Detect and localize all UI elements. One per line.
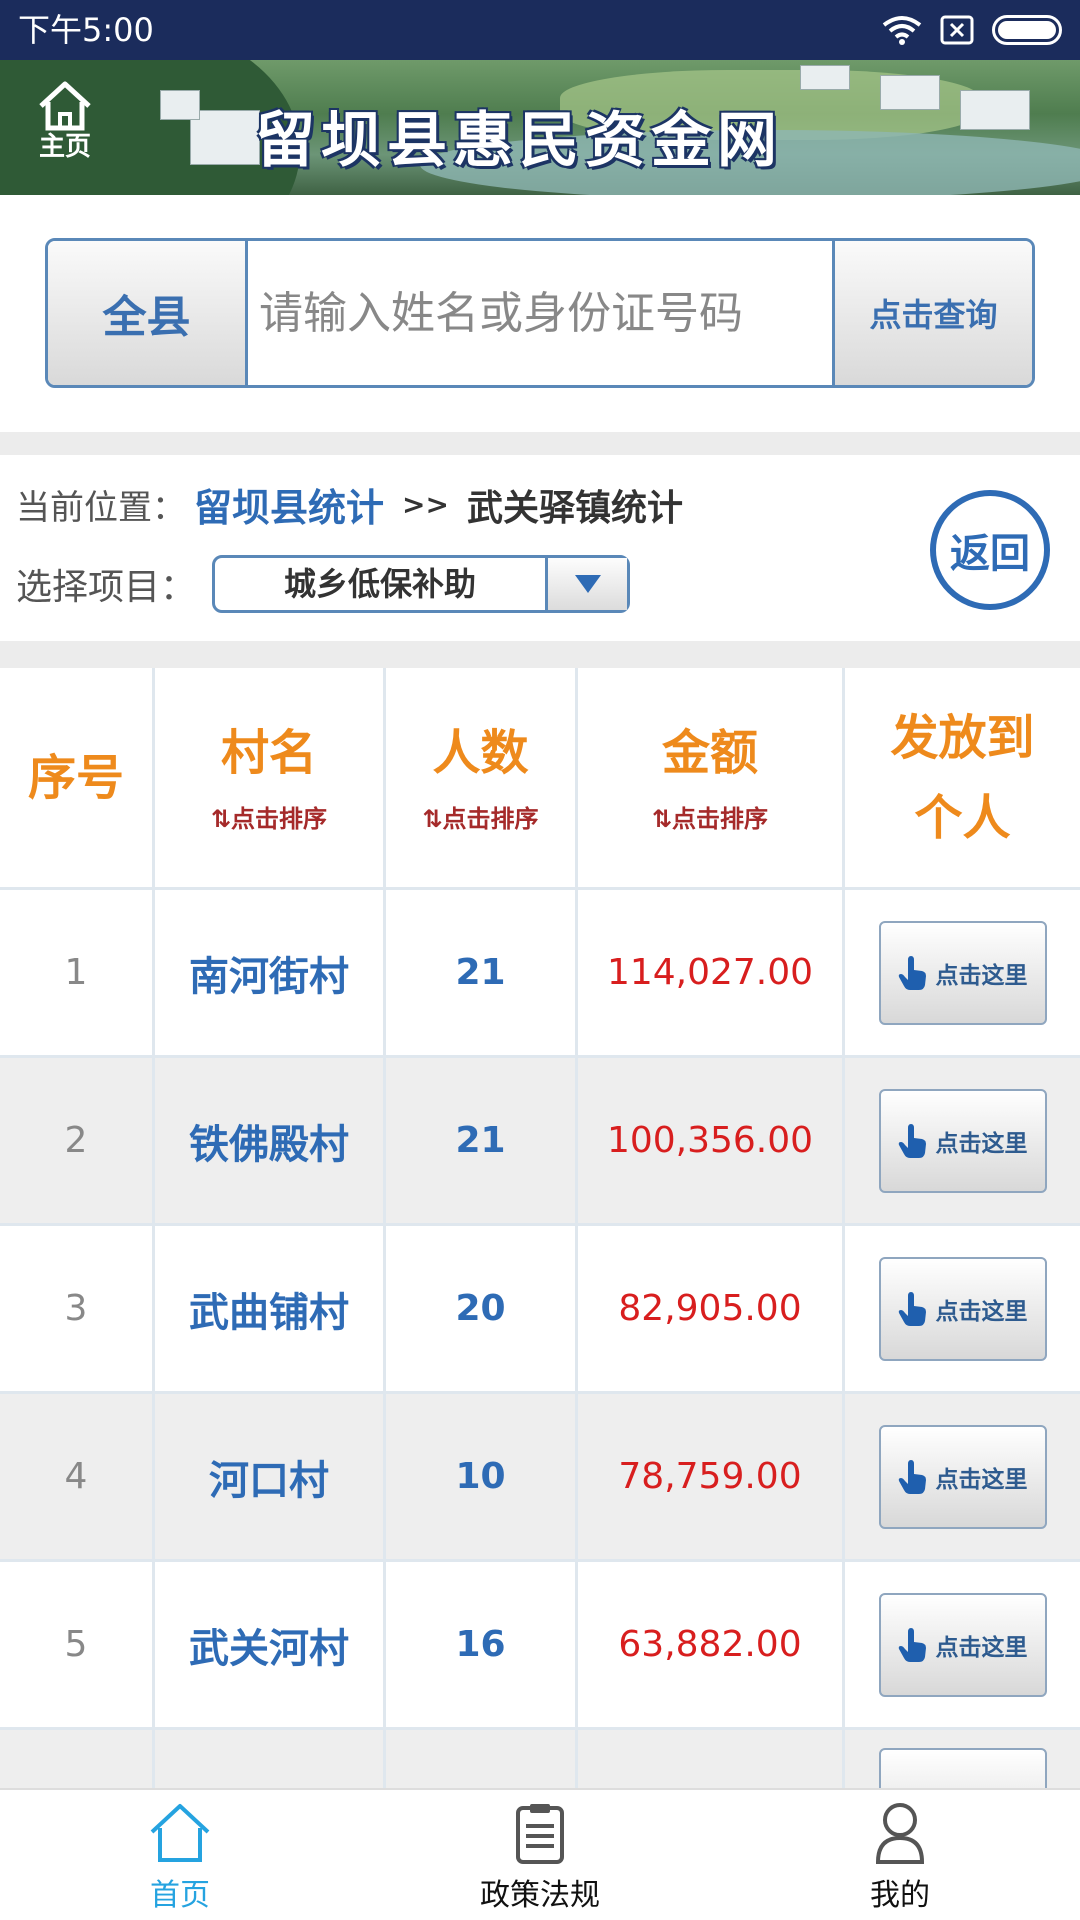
clipboard-icon	[516, 1804, 564, 1864]
people-count: 10	[455, 1456, 506, 1497]
back-button[interactable]: 返回	[930, 490, 1050, 610]
click-here-button[interactable]: 点击这里	[878, 1592, 1047, 1697]
stats-table: 序号 村名 ⇅点击排序 人数 ⇅点击排序 金额 ⇅点击排序 发放到 个人 1 南…	[0, 668, 1080, 1788]
breadcrumb-parent-link[interactable]: 留坝县统计	[194, 477, 384, 532]
people-count: 21	[455, 952, 506, 993]
status-icons	[882, 12, 1062, 48]
item-select-value: 城乡低保补助	[284, 565, 477, 603]
nav-profile-label: 我的	[870, 1878, 930, 1913]
location-card: 当前位置： 留坝县统计 >> 武关驿镇统计 选择项目： 城乡低保补助 返回	[0, 455, 1080, 641]
home-icon	[150, 1804, 210, 1862]
row-index: 2	[64, 1120, 88, 1161]
row-index: 4	[64, 1456, 88, 1497]
village-name: 河口村	[209, 1457, 329, 1504]
nav-home[interactable]: 首页	[0, 1790, 360, 1920]
search-box: 全县 点击查询	[45, 238, 1035, 388]
search-input[interactable]	[251, 241, 831, 385]
nav-home-label: 首页	[150, 1878, 210, 1913]
table-row-partial	[0, 1730, 1080, 1788]
sort-amount-button[interactable]: ⇅点击排序	[652, 799, 768, 834]
header-personal: 发放到 个人	[845, 668, 1080, 890]
click-here-button[interactable]: 点击这里	[878, 1256, 1047, 1361]
amount-value: 78,759.00	[618, 1456, 802, 1497]
item-selector-row: 选择项目： 城乡低保补助	[16, 555, 631, 613]
table-row: 4 河口村 10 78,759.00 点击这里	[0, 1394, 1080, 1562]
header-people[interactable]: 人数 ⇅点击排序	[386, 668, 578, 890]
status-bar: 下午5:00	[0, 0, 1080, 60]
status-time: 下午5:00	[18, 11, 154, 49]
hand-pointer-icon	[898, 1627, 926, 1662]
village-name: 武曲铺村	[189, 1289, 349, 1336]
people-count: 21	[455, 1120, 506, 1161]
item-select[interactable]: 城乡低保补助	[212, 555, 631, 613]
table-row: 2 铁佛殿村 21 100,356.00 点击这里	[0, 1058, 1080, 1226]
click-here-button[interactable]: 点击这里	[878, 920, 1047, 1025]
table-row: 5 武关河村 16 63,882.00 点击这里	[0, 1562, 1080, 1730]
row-index: 3	[64, 1288, 88, 1329]
header-index: 序号	[0, 668, 155, 890]
breadcrumb-current: 武关驿镇统计	[466, 487, 683, 529]
header-village[interactable]: 村名 ⇅点击排序	[155, 668, 386, 890]
no-sim-icon	[940, 15, 974, 45]
scope-button[interactable]: 全县	[48, 241, 248, 385]
battery-icon	[992, 15, 1062, 45]
people-count: 16	[455, 1624, 506, 1665]
hand-pointer-icon	[898, 955, 926, 990]
sort-people-button[interactable]: ⇅点击排序	[422, 799, 538, 834]
nav-profile[interactable]: 我的	[720, 1790, 1080, 1920]
table-row: 1 南河街村 21 114,027.00 点击这里	[0, 890, 1080, 1058]
site-title: 留坝县惠民资金网	[255, 106, 783, 176]
hand-pointer-icon	[898, 1291, 926, 1326]
home-button[interactable]: 主页	[28, 80, 102, 176]
row-index: 5	[64, 1624, 88, 1665]
village-name: 铁佛殿村	[189, 1121, 349, 1168]
click-here-button[interactable]: 点击这里	[878, 1088, 1047, 1193]
nav-policy[interactable]: 政策法规	[360, 1790, 720, 1920]
breadcrumb-separator: >>	[402, 488, 449, 521]
nav-policy-label: 政策法规	[480, 1878, 600, 1913]
click-here-button[interactable]	[878, 1748, 1047, 1788]
table-header: 序号 村名 ⇅点击排序 人数 ⇅点击排序 金额 ⇅点击排序 发放到 个人	[0, 668, 1080, 890]
village-name: 南河街村	[189, 953, 349, 1000]
sort-village-button[interactable]: ⇅点击排序	[211, 799, 327, 834]
dropdown-arrow-icon[interactable]	[545, 558, 628, 610]
home-outline-icon	[39, 81, 91, 131]
breadcrumb: 当前位置： 留坝县统计 >> 武关驿镇统计	[16, 477, 683, 532]
amount-value: 100,356.00	[606, 1120, 814, 1161]
amount-value: 114,027.00	[606, 952, 814, 993]
breadcrumb-prefix: 当前位置：	[16, 488, 186, 528]
wifi-icon	[882, 16, 922, 45]
user-icon	[875, 1803, 925, 1864]
bottom-nav: 首页 政策法规 我的	[0, 1788, 1080, 1920]
query-button[interactable]: 点击查询	[832, 241, 1032, 385]
click-here-button[interactable]: 点击这里	[878, 1424, 1047, 1529]
people-count: 20	[455, 1288, 506, 1329]
table-row: 3 武曲铺村 20 82,905.00 点击这里	[0, 1226, 1080, 1394]
hand-pointer-icon	[898, 1459, 926, 1494]
amount-value: 82,905.00	[618, 1288, 802, 1329]
village-name: 武关河村	[189, 1625, 349, 1672]
search-card: 全县 点击查询	[0, 195, 1080, 432]
amount-value: 63,882.00	[618, 1624, 802, 1665]
row-index: 1	[64, 952, 88, 993]
header-amount[interactable]: 金额 ⇅点击排序	[578, 668, 845, 890]
home-label: 主页	[38, 132, 91, 162]
item-selector-label: 选择项目：	[16, 567, 197, 608]
hand-pointer-icon	[898, 1123, 926, 1158]
